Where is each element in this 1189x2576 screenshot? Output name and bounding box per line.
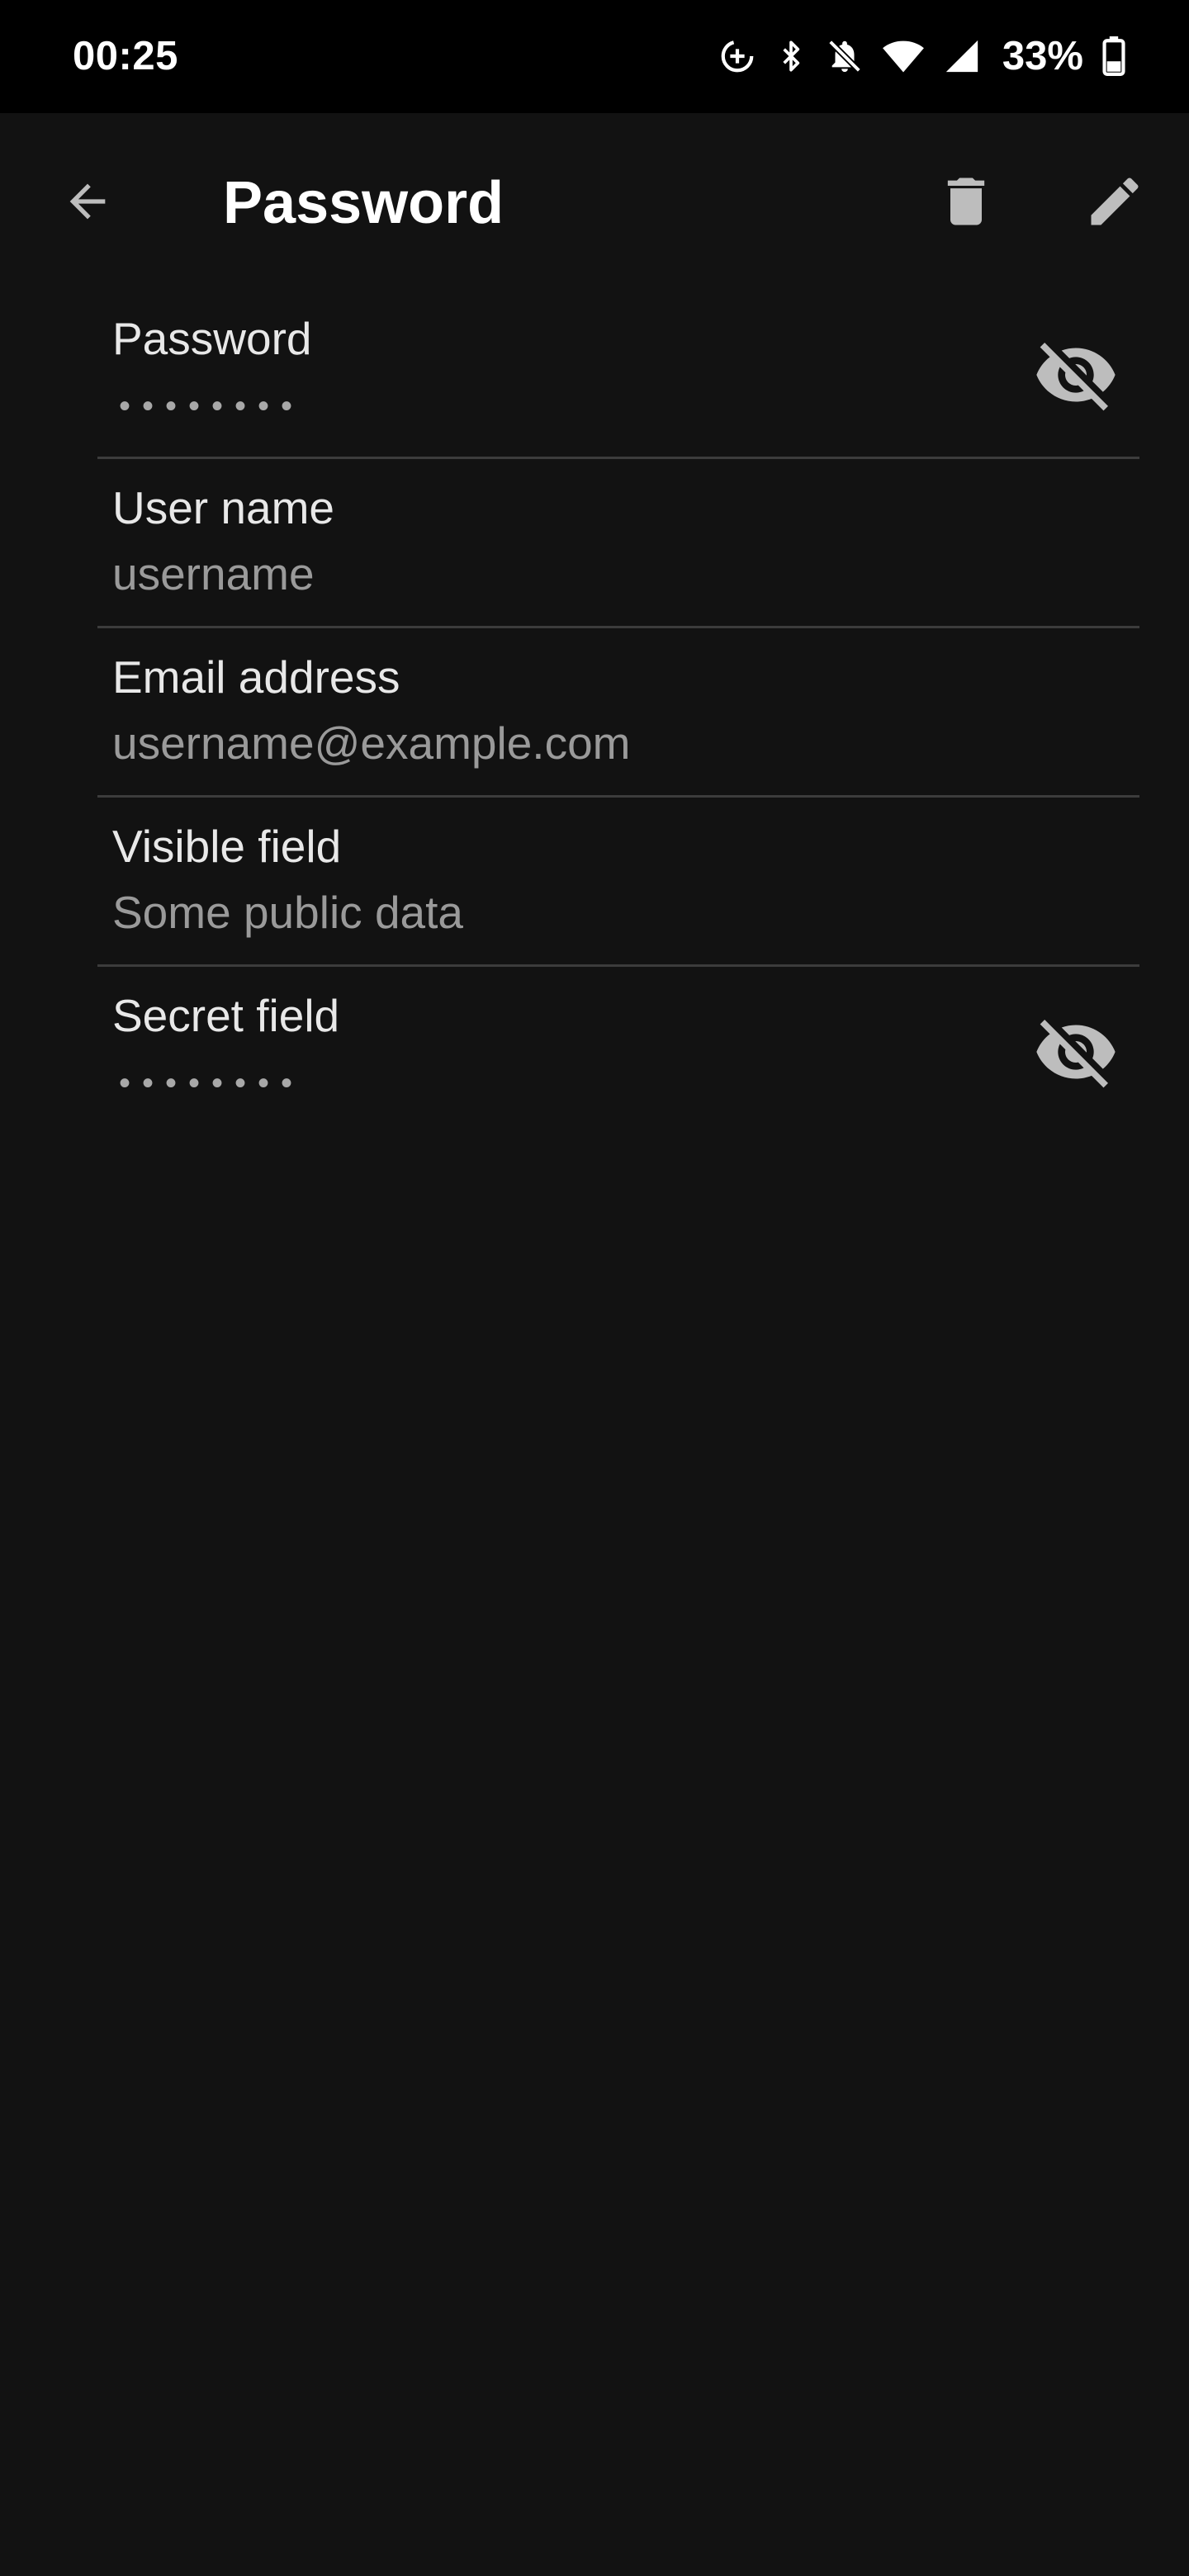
field-list: Password •••••••• User name username Ema… xyxy=(97,290,1139,1134)
field-row-visible-field[interactable]: Visible field Some public data xyxy=(97,798,1139,967)
bluetooth-icon xyxy=(775,37,808,75)
field-label: Visible field xyxy=(112,821,342,872)
status-bar: 00:25 33% xyxy=(0,0,1189,113)
field-value: Some public data xyxy=(112,887,463,938)
field-label: Secret field xyxy=(112,990,340,1041)
app-bar: Password xyxy=(0,113,1189,290)
status-time: 00:25 xyxy=(73,34,178,78)
field-label: Email address xyxy=(112,651,400,703)
arrow-back-icon xyxy=(61,175,114,232)
delete-button[interactable] xyxy=(920,157,1012,249)
status-icons: 33% xyxy=(718,28,1126,84)
battery-percentage: 33% xyxy=(1002,34,1083,78)
back-button[interactable] xyxy=(41,157,134,249)
field-value: username@example.com xyxy=(112,717,631,769)
field-row-email[interactable]: Email address username@example.com xyxy=(97,628,1139,798)
toggle-visibility-button[interactable] xyxy=(1027,1005,1125,1102)
field-label: User name xyxy=(112,482,334,533)
visibility-off-icon xyxy=(1033,332,1119,422)
notifications-off-icon xyxy=(826,37,864,75)
edit-button[interactable] xyxy=(1068,157,1161,249)
wifi-icon xyxy=(882,37,925,75)
field-row-username[interactable]: User name username xyxy=(97,459,1139,628)
battery-icon xyxy=(1101,36,1126,77)
masked-value: •••••••• xyxy=(119,388,305,424)
toggle-visibility-button[interactable] xyxy=(1027,328,1125,425)
edit-icon xyxy=(1083,170,1146,237)
field-row-password[interactable]: Password •••••••• xyxy=(97,290,1139,459)
page-title: Password xyxy=(223,170,504,236)
field-label: Password xyxy=(112,313,312,364)
visibility-off-icon xyxy=(1033,1009,1119,1099)
data-saver-icon xyxy=(718,37,756,75)
cellular-signal-icon xyxy=(943,37,981,75)
masked-value: •••••••• xyxy=(119,1065,305,1101)
field-row-secret-field[interactable]: Secret field •••••••• xyxy=(97,967,1139,1134)
delete-icon xyxy=(935,170,997,237)
field-value: username xyxy=(112,548,315,599)
